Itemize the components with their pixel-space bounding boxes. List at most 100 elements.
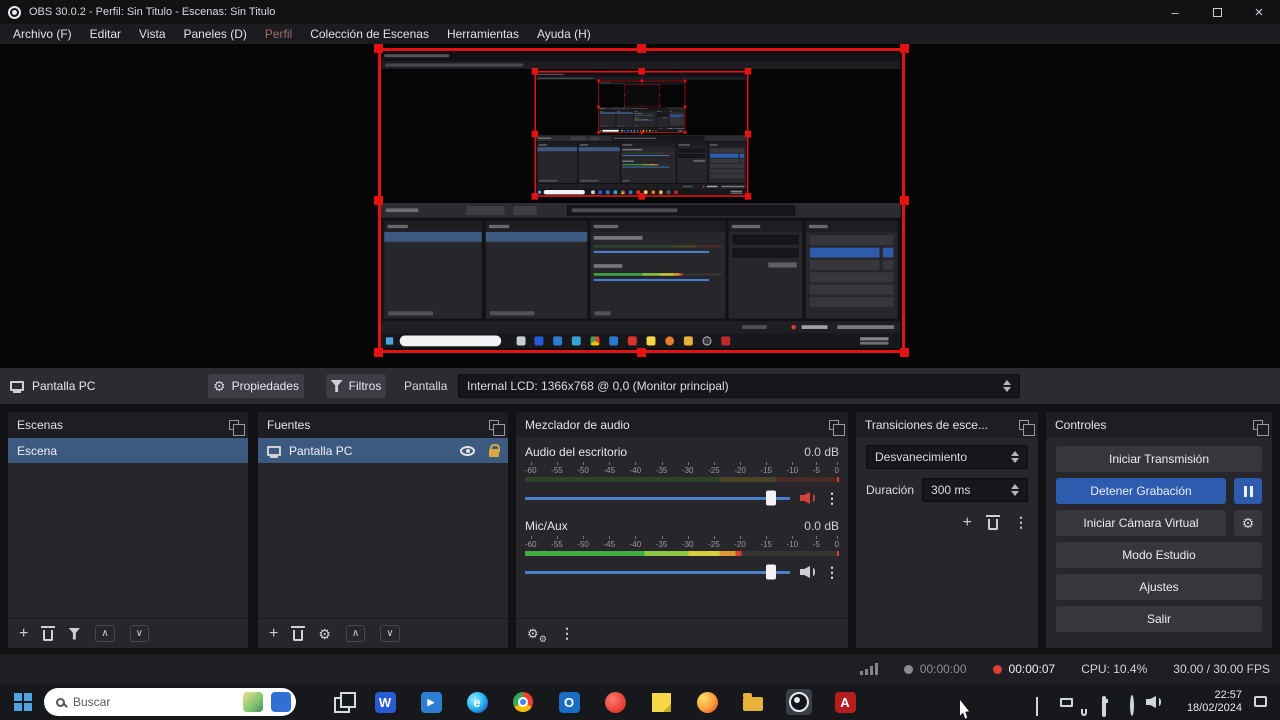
search-highlight-icon[interactable] [243, 692, 263, 712]
tray-battery-icon[interactable] [1102, 696, 1106, 717]
transition-select[interactable]: Desvanecimiento [866, 445, 1028, 469]
transition-options-kebab[interactable]: ⋮ [1014, 514, 1028, 531]
add-transition-button[interactable]: + [963, 514, 972, 531]
remove-transition-button[interactable] [986, 514, 1000, 530]
volume-slider-handle[interactable] [766, 490, 777, 506]
menu-item[interactable]: Vista [130, 27, 174, 41]
volume-slider[interactable] [525, 564, 790, 580]
resize-handle[interactable] [900, 44, 909, 53]
menu-item[interactable]: Paneles (D) [175, 27, 256, 41]
stop-recording-button[interactable]: Detener Grabación [1056, 478, 1226, 504]
resize-handle[interactable] [374, 195, 383, 205]
resize-handle[interactable] [636, 348, 646, 357]
mixer-options-kebab[interactable]: ⋮ [560, 625, 574, 642]
lock-icon[interactable] [489, 443, 500, 457]
source-properties-button[interactable]: ⚙ [318, 627, 331, 641]
popout-dock-icon[interactable] [489, 420, 505, 436]
properties-button[interactable]: ⚙ Propiedades [208, 374, 304, 398]
pause-recording-button[interactable] [1234, 478, 1262, 504]
controls-panel-header: Controles [1046, 412, 1272, 438]
close-button[interactable]: × [1238, 0, 1280, 24]
taskbar-clock[interactable]: 22:57 18/02/2024 [1168, 689, 1242, 715]
search-badge-icon[interactable] [271, 692, 291, 712]
taskbar-app-word[interactable]: W [372, 689, 398, 715]
popout-dock-icon[interactable] [829, 420, 845, 436]
filters-label: Filtros [348, 379, 382, 393]
menu-item[interactable]: Archivo (F) [4, 27, 81, 41]
menu-item[interactable]: Ayuda (H) [528, 27, 600, 41]
resize-handle[interactable] [900, 348, 909, 357]
spinner-icon[interactable] [1003, 484, 1019, 496]
move-source-up-button[interactable]: ∧ [345, 625, 366, 642]
channel-options-kebab[interactable]: ⋮ [825, 564, 839, 581]
tray-chevron-icon[interactable] [1036, 697, 1038, 717]
db-scale-label: -10 [786, 536, 799, 549]
taskbar-app-red[interactable] [602, 689, 628, 715]
scene-item[interactable]: Escena [8, 438, 248, 463]
channel-options-kebab[interactable]: ⋮ [825, 490, 839, 507]
resize-handle[interactable] [374, 348, 383, 357]
move-scene-up-button[interactable]: ∧ [95, 625, 115, 642]
scene-filters-button[interactable] [68, 627, 81, 640]
advanced-audio-gears-icon[interactable]: ⚙ ⚙ [527, 626, 547, 644]
notification-center-icon[interactable] [1254, 696, 1267, 707]
tray-volume-icon[interactable] [1146, 696, 1161, 708]
taskbar-app-media[interactable]: ▶ [418, 689, 444, 715]
popout-dock-icon[interactable] [229, 420, 245, 436]
taskbar-app-sticky-notes[interactable] [648, 689, 674, 715]
add-scene-button[interactable]: + [19, 625, 28, 642]
taskbar-app-file-explorer[interactable] [740, 689, 766, 715]
source-item[interactable]: Pantalla PC [258, 438, 508, 463]
taskbar-app-outlook[interactable]: O [556, 689, 582, 715]
speaker-icon[interactable] [800, 566, 815, 578]
taskbar-app-chrome[interactable] [510, 689, 536, 715]
audio-mixer-panel: Mezclador de audio Audio del escritorio … [516, 412, 848, 648]
visibility-eye-icon[interactable] [460, 445, 475, 456]
pause-icon [1243, 485, 1247, 497]
volume-slider[interactable] [525, 490, 790, 506]
filters-button[interactable]: Filtros [326, 374, 386, 398]
menu-item[interactable]: Perfil [256, 27, 301, 41]
remove-source-button[interactable] [291, 625, 306, 641]
display-select[interactable]: Internal LCD: 1366x768 @ 0,0 (Monitor pr… [458, 374, 1020, 398]
tray-network-icon[interactable] [1130, 695, 1134, 716]
add-source-button[interactable]: + [269, 625, 278, 642]
transitions-panel-header: Transiciones de esce... [856, 412, 1038, 438]
scene-item-label: Escena [17, 443, 58, 458]
task-view-icon[interactable] [334, 692, 356, 713]
volume-slider-handle[interactable] [766, 564, 777, 580]
move-source-down-button[interactable]: ∨ [380, 625, 400, 642]
display-icon [10, 381, 24, 391]
resize-handle[interactable] [900, 195, 909, 205]
start-button[interactable] [14, 693, 32, 711]
mute-speaker-icon[interactable] [800, 492, 815, 504]
taskbar-app-acrobat[interactable]: A [832, 689, 858, 715]
start-streaming-button[interactable]: Iniciar Transmisión [1056, 446, 1262, 472]
settings-button[interactable]: Ajustes [1056, 574, 1262, 600]
taskbar-app-firefox[interactable] [694, 689, 720, 715]
menu-item[interactable]: Herramientas [438, 27, 528, 41]
minimize-button[interactable]: – [1154, 0, 1196, 24]
popout-dock-icon[interactable] [1253, 420, 1269, 436]
move-scene-down-button[interactable]: ∨ [129, 625, 149, 642]
maximize-button[interactable] [1196, 0, 1238, 24]
popout-dock-icon[interactable] [1019, 420, 1035, 436]
virtual-camera-settings-button[interactable]: ⚙ [1234, 510, 1262, 536]
menu-item[interactable]: Colección de Escenas [301, 27, 438, 41]
taskbar-app-edge[interactable]: e [464, 689, 490, 715]
start-virtual-camera-button[interactable]: Iniciar Cámara Virtual [1056, 510, 1226, 536]
exit-button[interactable]: Salir [1056, 606, 1262, 632]
resize-handle[interactable] [636, 44, 646, 53]
menu-item[interactable]: Editar [81, 27, 130, 41]
screen-capture-source[interactable] [374, 44, 909, 357]
taskbar-app-obs[interactable] [786, 689, 812, 715]
remove-scene-button[interactable] [41, 625, 56, 641]
tray-display-icon[interactable] [1060, 698, 1073, 707]
spinner-icon[interactable] [1003, 451, 1019, 463]
preview-canvas[interactable] [0, 44, 1280, 368]
search-input[interactable]: Buscar [44, 688, 296, 716]
duration-spinbox[interactable]: 300 ms [922, 478, 1028, 502]
resize-handle[interactable] [374, 44, 383, 53]
studio-mode-button[interactable]: Modo Estudio [1056, 542, 1262, 568]
spinner-icon[interactable] [995, 380, 1011, 392]
